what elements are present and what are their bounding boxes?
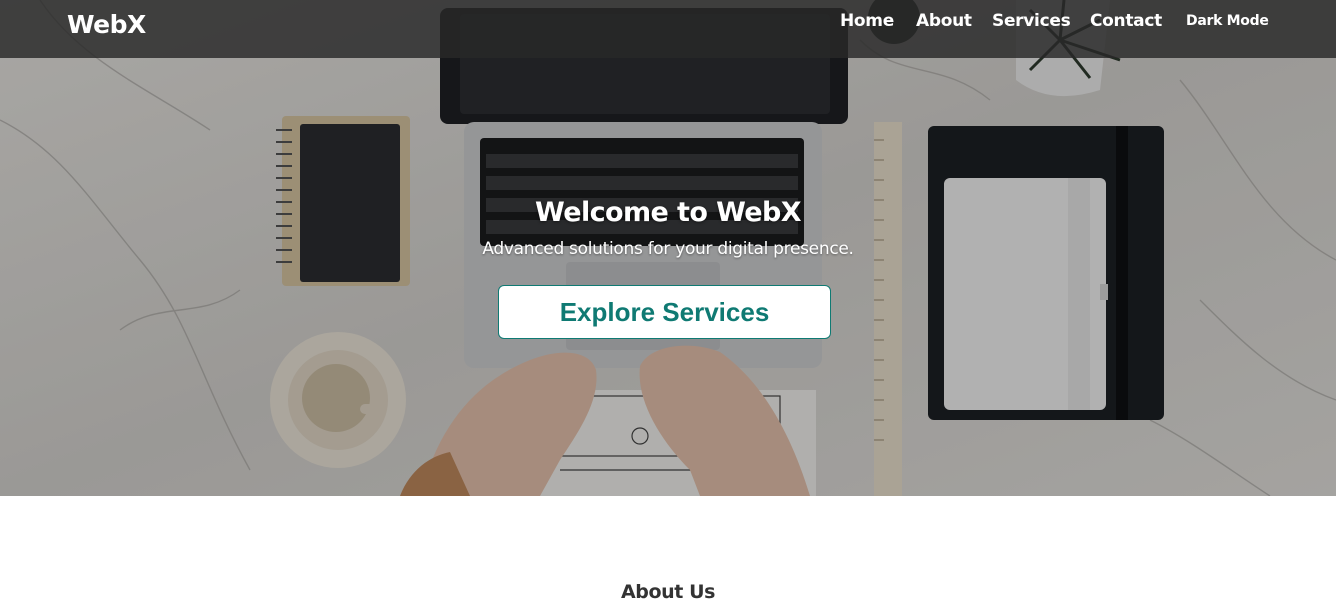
- hero-section: Welcome to WebX Advanced solutions for y…: [0, 0, 1336, 496]
- nav-contact-link[interactable]: Contact: [1090, 11, 1162, 31]
- dark-mode-toggle[interactable]: Dark Mode: [1186, 13, 1269, 29]
- hero-subtitle: Advanced solutions for your digital pres…: [482, 239, 854, 259]
- nav-home-link[interactable]: Home: [840, 11, 894, 31]
- nav-about-link[interactable]: About: [916, 11, 972, 31]
- navbar: WebX Home About Services Contact Dark Mo…: [0, 0, 1336, 58]
- nav-services-link[interactable]: Services: [992, 11, 1071, 31]
- explore-services-button[interactable]: Explore Services: [498, 285, 831, 339]
- nav-links: Home About Services Contact Dark Mode: [0, 0, 1336, 58]
- about-heading: About Us: [620, 580, 716, 603]
- hero-title: Welcome to WebX: [535, 197, 802, 228]
